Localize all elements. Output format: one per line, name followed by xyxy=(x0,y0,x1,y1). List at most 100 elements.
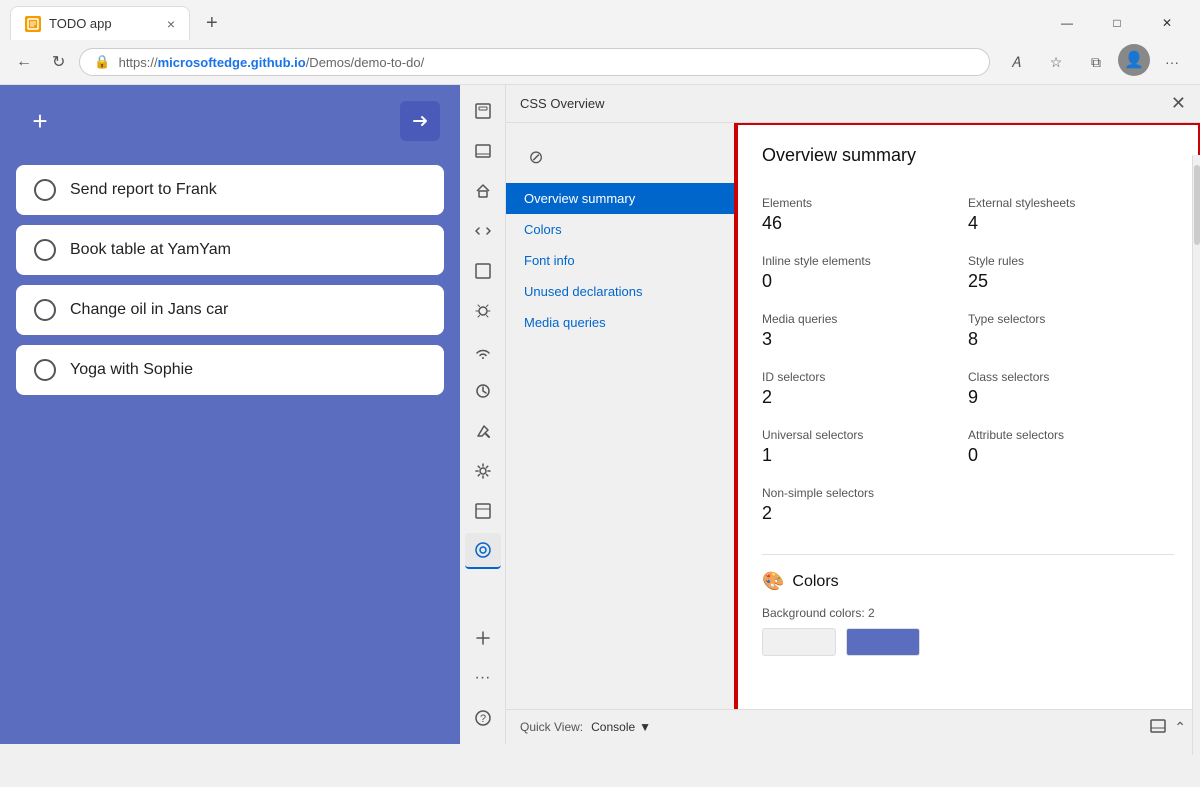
stat-external-label: External stylesheets xyxy=(968,196,1174,210)
devtools-close-btn[interactable]: ✕ xyxy=(1171,93,1186,114)
todo-checkbox[interactable] xyxy=(34,239,56,261)
settings-menu-btn[interactable]: ··· xyxy=(1154,44,1190,80)
todo-item-text: Send report to Frank xyxy=(70,181,217,199)
stat-style-value: 25 xyxy=(968,271,1174,292)
todo-item[interactable]: Book table at YamYam xyxy=(16,225,444,275)
expand-btn[interactable]: ⌃ xyxy=(1174,718,1186,737)
favorites-btn[interactable]: ☆ xyxy=(1038,44,1074,80)
css-refresh-btn[interactable]: ⊘ xyxy=(518,139,554,175)
settings-icon-btn[interactable] xyxy=(465,453,501,489)
stat-class-selectors: Class selectors 9 xyxy=(968,360,1174,418)
nav-actions: 𝐴 ☆ ⧉ 👤 ··· xyxy=(998,44,1190,80)
panel-icon-btn[interactable] xyxy=(465,493,501,529)
css-nav-font-info[interactable]: Font info xyxy=(506,245,734,276)
stat-nonsimple-label: Non-simple selectors xyxy=(762,486,968,500)
back-btn[interactable]: ← xyxy=(10,49,38,75)
add-tool-btn[interactable] xyxy=(465,620,501,656)
read-aloud-btn[interactable]: 𝐴 xyxy=(998,44,1034,80)
memory-icon-btn[interactable] xyxy=(465,373,501,409)
bug-icon-btn[interactable] xyxy=(465,293,501,329)
color-swatches xyxy=(762,628,1174,656)
css-nav-overview[interactable]: Overview summary xyxy=(506,183,734,214)
color-swatch[interactable] xyxy=(762,628,836,656)
minimize-btn[interactable]: — xyxy=(1044,8,1090,38)
stat-media-value: 3 xyxy=(762,329,968,350)
stat-id-value: 2 xyxy=(762,387,968,408)
colors-title: 🎨 Colors xyxy=(762,571,1174,592)
todo-item-text: Change oil in Jans car xyxy=(70,301,228,319)
stat-elements-label: Elements xyxy=(762,196,968,210)
address-bar[interactable]: 🔒 https://microsoftedge.github.io/Demos/… xyxy=(79,48,990,76)
code-icon-btn[interactable] xyxy=(465,213,501,249)
maximize-btn[interactable]: □ xyxy=(1094,8,1140,38)
collections-btn[interactable]: ⧉ xyxy=(1078,44,1114,80)
console-select[interactable]: Console ▼ xyxy=(591,720,651,734)
stat-attribute-selectors: Attribute selectors 0 xyxy=(968,418,1174,476)
stat-style-rules: Style rules 25 xyxy=(968,244,1174,302)
todo-items-list: Send report to Frank Book table at YamYa… xyxy=(0,157,460,403)
todo-item[interactable]: Yoga with Sophie xyxy=(16,345,444,395)
todo-item-text: Yoga with Sophie xyxy=(70,361,193,379)
stat-universal-label: Universal selectors xyxy=(762,428,968,442)
todo-item[interactable]: Change oil in Jans car xyxy=(16,285,444,335)
bottom-bar: Quick View: Console ▼ ⌃ xyxy=(506,709,1200,744)
network-icon-btn[interactable] xyxy=(465,253,501,289)
browser-chrome: TODO app × + — □ ✕ ← ↻ 🔒 https://microso… xyxy=(0,0,1200,85)
help-btn[interactable]: ? xyxy=(465,700,501,736)
tab-title: TODO app xyxy=(49,16,112,31)
stat-nonsimple-value: 2 xyxy=(762,503,968,524)
todo-item[interactable]: Send report to Frank xyxy=(16,165,444,215)
bg-colors-label: Background colors: 2 xyxy=(762,606,1174,620)
tab-close-btn[interactable]: × xyxy=(167,16,175,32)
todo-header: + xyxy=(0,85,460,157)
stat-inline-value: 0 xyxy=(762,271,968,292)
todo-checkbox[interactable] xyxy=(34,179,56,201)
color-swatch[interactable] xyxy=(846,628,920,656)
device-icon-btn[interactable] xyxy=(465,133,501,169)
devtools-panel-title: CSS Overview xyxy=(520,96,605,111)
new-tab-btn[interactable]: + xyxy=(198,12,226,35)
stat-class-label: Class selectors xyxy=(968,370,1174,384)
title-bar: TODO app × + — □ ✕ xyxy=(0,0,1200,40)
refresh-btn[interactable]: ↻ xyxy=(46,48,71,76)
section-divider xyxy=(762,554,1174,555)
css-nav-media[interactable]: Media queries xyxy=(506,307,734,338)
wifi-icon-btn[interactable] xyxy=(465,333,501,369)
dock-btn[interactable] xyxy=(1150,718,1166,737)
browser-tab[interactable]: TODO app × xyxy=(10,6,190,40)
todo-checkbox[interactable] xyxy=(34,299,56,321)
overview-title: Overview summary xyxy=(762,145,1174,166)
css-overview-icon-btn[interactable] xyxy=(465,533,501,569)
quick-view-label: Quick View: xyxy=(520,720,583,734)
inspect-icon-btn[interactable] xyxy=(465,93,501,129)
profile-btn[interactable]: 👤 xyxy=(1118,44,1150,76)
todo-nav-btn[interactable] xyxy=(400,101,440,141)
todo-add-btn[interactable]: + xyxy=(20,101,60,141)
css-main-content: Overview summary Elements 46 External st… xyxy=(736,123,1200,709)
stat-elements-value: 46 xyxy=(762,213,968,234)
colors-label: Colors xyxy=(792,573,838,591)
address-domain: microsoftedge.github.io xyxy=(158,55,306,70)
css-nav-unused[interactable]: Unused declarations xyxy=(506,276,734,307)
css-nav-colors[interactable]: Colors xyxy=(506,214,734,245)
stat-elements: Elements 46 xyxy=(762,186,968,244)
stat-type-value: 8 xyxy=(968,329,1174,350)
svg-text:?: ? xyxy=(479,713,485,725)
stat-external-stylesheets: External stylesheets 4 xyxy=(968,186,1174,244)
bottom-right-actions: ⌃ xyxy=(1150,718,1186,737)
stat-non-simple-selectors: Non-simple selectors 2 xyxy=(762,476,968,534)
paint-icon-btn[interactable] xyxy=(465,413,501,449)
address-path: /Demos/demo-to-do/ xyxy=(306,55,425,70)
stat-universal-value: 1 xyxy=(762,445,968,466)
devtools-content: ⊘ Overview summary Colors Font info Unus… xyxy=(506,123,1200,709)
palette-icon: 🎨 xyxy=(762,571,784,592)
address-text: https://microsoftedge.github.io/Demos/de… xyxy=(119,55,975,70)
stat-attribute-value: 0 xyxy=(968,445,1174,466)
stat-type-label: Type selectors xyxy=(968,312,1174,326)
more-options-btn[interactable]: ··· xyxy=(465,660,501,696)
close-btn[interactable]: ✕ xyxy=(1144,8,1190,38)
todo-checkbox[interactable] xyxy=(34,359,56,381)
dropdown-icon: ▼ xyxy=(639,720,651,734)
home-icon-btn[interactable] xyxy=(465,173,501,209)
stat-id-label: ID selectors xyxy=(762,370,968,384)
